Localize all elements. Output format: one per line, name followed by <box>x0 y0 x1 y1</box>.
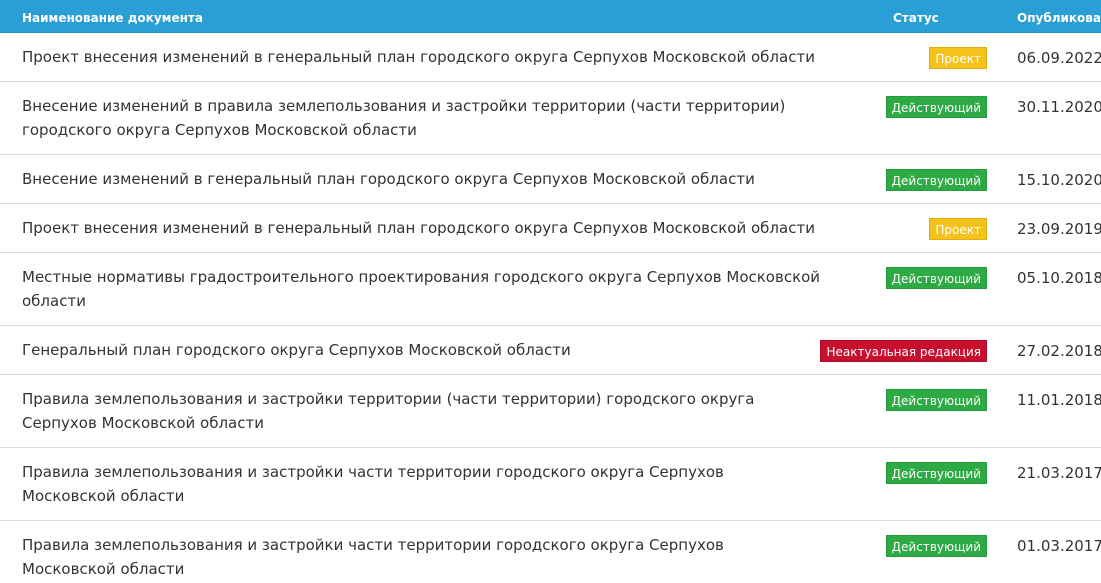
status-badge-active: Действующий <box>885 389 987 411</box>
table-row[interactable]: Правила землепользования и застройки час… <box>0 521 1101 583</box>
status-badge-active: Действующий <box>885 267 987 289</box>
published-date: 23.09.2019 <box>1017 220 1101 238</box>
document-name-link[interactable]: Правила землепользования и застройки час… <box>22 533 822 581</box>
document-name-link[interactable]: Генеральный план городского округа Серпу… <box>22 338 822 362</box>
table-row[interactable]: Правила землепользования и застройки тер… <box>0 375 1101 448</box>
document-name-link[interactable]: Местные нормативы градостроительного про… <box>22 265 822 313</box>
document-name-link[interactable]: Внесение изменений в генеральный план го… <box>22 167 822 191</box>
status-badge-project: Проект <box>929 47 987 69</box>
published-date: 21.03.2017 <box>1017 464 1101 482</box>
table-body: Проект внесения изменений в генеральный … <box>0 33 1101 583</box>
column-header-status[interactable]: Статус <box>893 11 939 25</box>
published-date: 30.11.2020 <box>1017 98 1101 116</box>
status-badge-project: Проект <box>929 218 987 240</box>
document-name-link[interactable]: Проект внесения изменений в генеральный … <box>22 216 822 240</box>
status-badge-outdated: Неактуальная редакция <box>820 340 987 362</box>
column-header-published[interactable]: Опубликован <box>1017 11 1101 25</box>
published-date: 01.03.2017 <box>1017 537 1101 555</box>
status-badge-active: Действующий <box>885 169 987 191</box>
table-row[interactable]: Проект внесения изменений в генеральный … <box>0 33 1101 82</box>
published-date: 11.01.2018 <box>1017 391 1101 409</box>
document-name-link[interactable]: Правила землепользования и застройки тер… <box>22 387 822 435</box>
document-name-link[interactable]: Проект внесения изменений в генеральный … <box>22 45 822 69</box>
table-header: Наименование документа Статус Опубликова… <box>0 0 1101 33</box>
column-header-name[interactable]: Наименование документа <box>22 11 203 25</box>
status-badge-active: Действующий <box>885 462 987 484</box>
document-name-link[interactable]: Правила землепользования и застройки час… <box>22 460 822 508</box>
table-row[interactable]: Местные нормативы градостроительного про… <box>0 253 1101 326</box>
table-row[interactable]: Внесение изменений в генеральный план го… <box>0 155 1101 204</box>
table-row[interactable]: Правила землепользования и застройки час… <box>0 448 1101 521</box>
published-date: 15.10.2020 <box>1017 171 1101 189</box>
published-date: 06.09.2022 <box>1017 49 1101 67</box>
document-name-link[interactable]: Внесение изменений в правила землепользо… <box>22 94 822 142</box>
status-badge-active: Действующий <box>885 96 987 118</box>
table-row[interactable]: Генеральный план городского округа Серпу… <box>0 326 1101 375</box>
table-row[interactable]: Проект внесения изменений в генеральный … <box>0 204 1101 253</box>
published-date: 05.10.2018 <box>1017 269 1101 287</box>
published-date: 27.02.2018 <box>1017 342 1101 360</box>
status-badge-active: Действующий <box>885 535 987 557</box>
table-row[interactable]: Внесение изменений в правила землепользо… <box>0 82 1101 155</box>
documents-table: Наименование документа Статус Опубликова… <box>0 0 1101 583</box>
